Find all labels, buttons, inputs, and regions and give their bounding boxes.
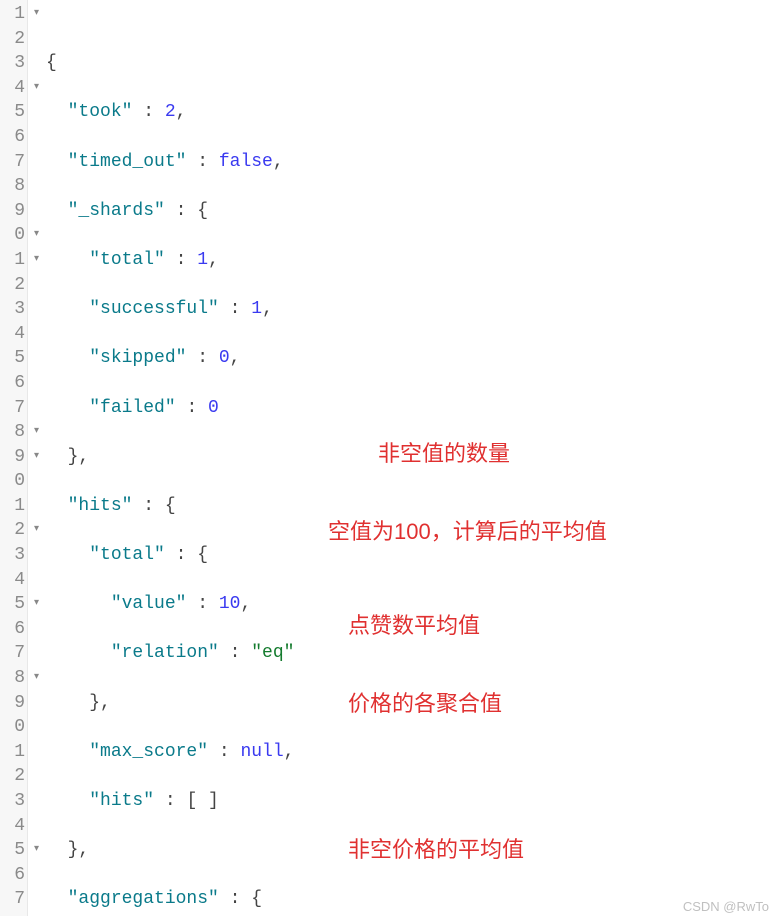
line-number: 4 — [0, 76, 27, 101]
line-number: 3 — [0, 51, 27, 76]
annotation: 点赞数平均值 — [348, 614, 480, 639]
line-number: 7 — [0, 396, 27, 421]
line-number: 6 — [0, 617, 27, 642]
line-number: 9 — [0, 691, 27, 716]
code-line: "value" : 10, — [46, 592, 775, 617]
code-line: "took" : 2, — [46, 100, 775, 125]
line-number: 3 — [0, 543, 27, 568]
code-line: "successful" : 1, — [46, 297, 775, 322]
line-number: 8 — [0, 666, 27, 691]
line-number: 9 — [0, 199, 27, 224]
line-number: 1 — [0, 494, 27, 519]
line-number: 5 — [0, 346, 27, 371]
line-number: 7 — [0, 641, 27, 666]
code-editor[interactable]: 1234567890123456789012345678901234567 { … — [0, 0, 775, 916]
line-number: 6 — [0, 863, 27, 888]
line-number: 7 — [0, 887, 27, 912]
code-line: "aggregations" : { — [46, 887, 775, 912]
code-line: }, — [46, 838, 775, 863]
line-number: 1 — [0, 2, 27, 27]
code-line: { — [46, 51, 775, 76]
line-number: 3 — [0, 789, 27, 814]
annotation: 空值为100，计算后的平均值 — [328, 520, 607, 545]
line-number: 2 — [0, 764, 27, 789]
code-line: "total" : { — [46, 543, 775, 568]
line-number: 4 — [0, 568, 27, 593]
code-line: "_shards" : { — [46, 199, 775, 224]
code-area[interactable]: { "took" : 2, "timed_out" : false, "_sha… — [28, 0, 775, 916]
line-number: 4 — [0, 322, 27, 347]
code-line: }, — [46, 691, 775, 716]
line-number: 0 — [0, 715, 27, 740]
line-number: 2 — [0, 27, 27, 52]
line-number: 2 — [0, 518, 27, 543]
line-number: 1 — [0, 248, 27, 273]
line-number: 8 — [0, 420, 27, 445]
line-number: 8 — [0, 174, 27, 199]
line-number: 2 — [0, 273, 27, 298]
code-line: "skipped" : 0, — [46, 346, 775, 371]
line-number-gutter: 1234567890123456789012345678901234567 — [0, 0, 28, 916]
code-line: "max_score" : null, — [46, 740, 775, 765]
line-number: 5 — [0, 838, 27, 863]
code-line: "hits" : [ ] — [46, 789, 775, 814]
code-line: "relation" : "eq" — [46, 641, 775, 666]
line-number: 6 — [0, 371, 27, 396]
line-number: 6 — [0, 125, 27, 150]
line-number: 4 — [0, 814, 27, 839]
line-number: 5 — [0, 100, 27, 125]
code-line: }, — [46, 445, 775, 470]
line-number: 9 — [0, 445, 27, 470]
code-line: "hits" : { — [46, 494, 775, 519]
line-number: 5 — [0, 592, 27, 617]
code-line: "total" : 1, — [46, 248, 775, 273]
line-number: 3 — [0, 297, 27, 322]
line-number: 1 — [0, 740, 27, 765]
code-line: "failed" : 0 — [46, 396, 775, 421]
watermark: CSDN @RwTo — [683, 899, 769, 914]
line-number: 0 — [0, 469, 27, 494]
line-number: 7 — [0, 150, 27, 175]
line-number: 0 — [0, 223, 27, 248]
code-line: "timed_out" : false, — [46, 150, 775, 175]
